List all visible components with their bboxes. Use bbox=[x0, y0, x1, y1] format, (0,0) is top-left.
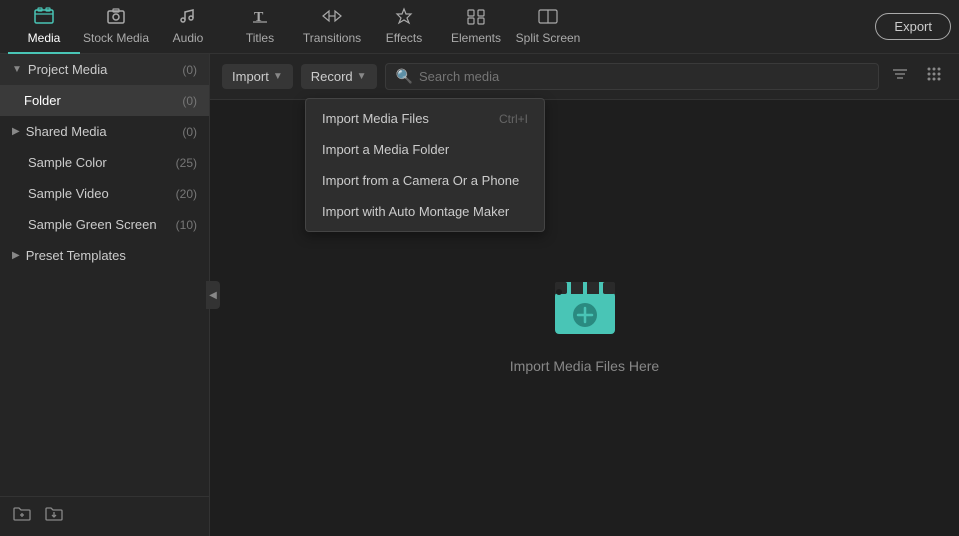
new-folder-icon[interactable] bbox=[12, 505, 32, 528]
nav-item-effects[interactable]: Effects bbox=[368, 0, 440, 54]
sidebar-item-preset-templates[interactable]: ▶ Preset Templates bbox=[0, 240, 209, 271]
sidebar-label-shared-media: Shared Media bbox=[26, 124, 107, 139]
sidebar-item-folder[interactable]: Folder (0) bbox=[0, 85, 209, 116]
nav-label-media: Media bbox=[28, 31, 61, 45]
media-icon bbox=[34, 7, 54, 28]
import-button[interactable]: Import ▼ bbox=[222, 64, 293, 89]
nav-label-split-screen: Split Screen bbox=[516, 31, 581, 45]
sidebar-count-sample-color: (25) bbox=[176, 156, 197, 170]
nav-label-transitions: Transitions bbox=[303, 31, 361, 45]
nav-item-audio[interactable]: Audio bbox=[152, 0, 224, 54]
svg-text:T: T bbox=[254, 10, 264, 25]
nav-item-elements[interactable]: Elements bbox=[440, 0, 512, 54]
sidebar-label-sample-green-screen: Sample Green Screen bbox=[28, 217, 157, 232]
import-media-files-shortcut: Ctrl+I bbox=[499, 112, 528, 126]
import-camera-phone-label: Import from a Camera Or a Phone bbox=[322, 173, 519, 188]
nav-item-titles[interactable]: T Titles bbox=[224, 0, 296, 54]
sidebar-collapse-handle[interactable]: ◀ bbox=[206, 281, 220, 309]
sidebar-count-shared-media: (0) bbox=[182, 125, 197, 139]
import-folder-icon[interactable] bbox=[44, 505, 64, 528]
titles-icon: T bbox=[250, 7, 270, 28]
sidebar-item-sample-video[interactable]: Sample Video (20) bbox=[0, 178, 209, 209]
nav-item-split-screen[interactable]: Split Screen bbox=[512, 0, 584, 54]
record-caret-icon: ▼ bbox=[357, 71, 367, 82]
nav-label-audio: Audio bbox=[173, 31, 204, 45]
expand-arrow-project-media: ▼ bbox=[12, 64, 22, 75]
import-caret-icon: ▼ bbox=[273, 71, 283, 82]
sidebar-item-project-media[interactable]: ▼ Project Media (0) bbox=[0, 54, 209, 85]
sidebar-label-project-media: Project Media bbox=[28, 62, 107, 77]
nav-item-media[interactable]: Media bbox=[8, 0, 80, 54]
split-screen-icon bbox=[537, 7, 559, 28]
sidebar-count-sample-video: (20) bbox=[176, 187, 197, 201]
sidebar-label-preset-templates: Preset Templates bbox=[26, 248, 126, 263]
dropdown-import-camera-phone[interactable]: Import from a Camera Or a Phone bbox=[306, 165, 544, 196]
import-auto-montage-label: Import with Auto Montage Maker bbox=[322, 204, 509, 219]
grid-view-button[interactable] bbox=[921, 61, 947, 92]
nav-label-effects: Effects bbox=[386, 31, 422, 45]
effects-icon bbox=[393, 7, 415, 28]
sidebar: ▼ Project Media (0) Folder (0) ▶ Shared … bbox=[0, 54, 210, 536]
expand-arrow-preset-templates: ▶ bbox=[12, 250, 20, 261]
main-area: ▼ Project Media (0) Folder (0) ▶ Shared … bbox=[0, 54, 959, 536]
sidebar-count-folder: (0) bbox=[182, 94, 197, 108]
nav-label-stock-media: Stock Media bbox=[83, 31, 149, 45]
search-box[interactable]: 🔍 bbox=[385, 63, 879, 90]
elements-icon bbox=[465, 7, 487, 28]
dropdown-import-media-folder[interactable]: Import a Media Folder bbox=[306, 134, 544, 165]
expand-arrow-shared-media: ▶ bbox=[12, 126, 20, 137]
sidebar-label-folder: Folder bbox=[24, 93, 61, 108]
sidebar-label-sample-video: Sample Video bbox=[28, 186, 109, 201]
dropdown-import-auto-montage[interactable]: Import with Auto Montage Maker bbox=[306, 196, 544, 227]
sidebar-label-sample-color: Sample Color bbox=[28, 155, 107, 170]
sidebar-bottom-bar bbox=[0, 496, 209, 536]
nav-label-elements: Elements bbox=[451, 31, 501, 45]
nav-item-stock-media[interactable]: Stock Media bbox=[80, 0, 152, 54]
record-button[interactable]: Record ▼ bbox=[301, 64, 377, 89]
stock-media-icon bbox=[106, 7, 126, 28]
search-icon: 🔍 bbox=[396, 68, 413, 85]
export-button[interactable]: Export bbox=[875, 13, 951, 40]
import-label: Import bbox=[232, 69, 269, 84]
nav-label-titles: Titles bbox=[246, 31, 274, 45]
sidebar-item-sample-green-screen[interactable]: Sample Green Screen (10) bbox=[0, 209, 209, 240]
top-nav: Media Stock Media Audio T T bbox=[0, 0, 959, 54]
import-media-files-label: Import Media Files bbox=[322, 111, 429, 126]
clapperboard-icon bbox=[545, 262, 625, 342]
dropdown-import-media-files[interactable]: Import Media Files Ctrl+I bbox=[306, 103, 544, 134]
toolbar: Import ▼ Record ▼ 🔍 bbox=[210, 54, 959, 100]
record-label: Record bbox=[311, 69, 353, 84]
sidebar-count-project-media: (0) bbox=[182, 63, 197, 77]
transitions-icon bbox=[321, 7, 343, 28]
import-dropdown-menu: Import Media Files Ctrl+I Import a Media… bbox=[305, 98, 545, 232]
empty-content-label: Import Media Files Here bbox=[510, 358, 659, 374]
nav-item-transitions[interactable]: Transitions bbox=[296, 0, 368, 54]
sidebar-item-sample-color[interactable]: Sample Color (25) bbox=[0, 147, 209, 178]
sidebar-count-sample-green-screen: (10) bbox=[176, 218, 197, 232]
filter-button[interactable] bbox=[887, 61, 913, 92]
search-input[interactable] bbox=[419, 69, 868, 84]
audio-icon bbox=[178, 7, 198, 28]
content-area: Import ▼ Record ▼ 🔍 bbox=[210, 54, 959, 536]
sidebar-item-shared-media[interactable]: ▶ Shared Media (0) bbox=[0, 116, 209, 147]
import-media-folder-label: Import a Media Folder bbox=[322, 142, 449, 157]
